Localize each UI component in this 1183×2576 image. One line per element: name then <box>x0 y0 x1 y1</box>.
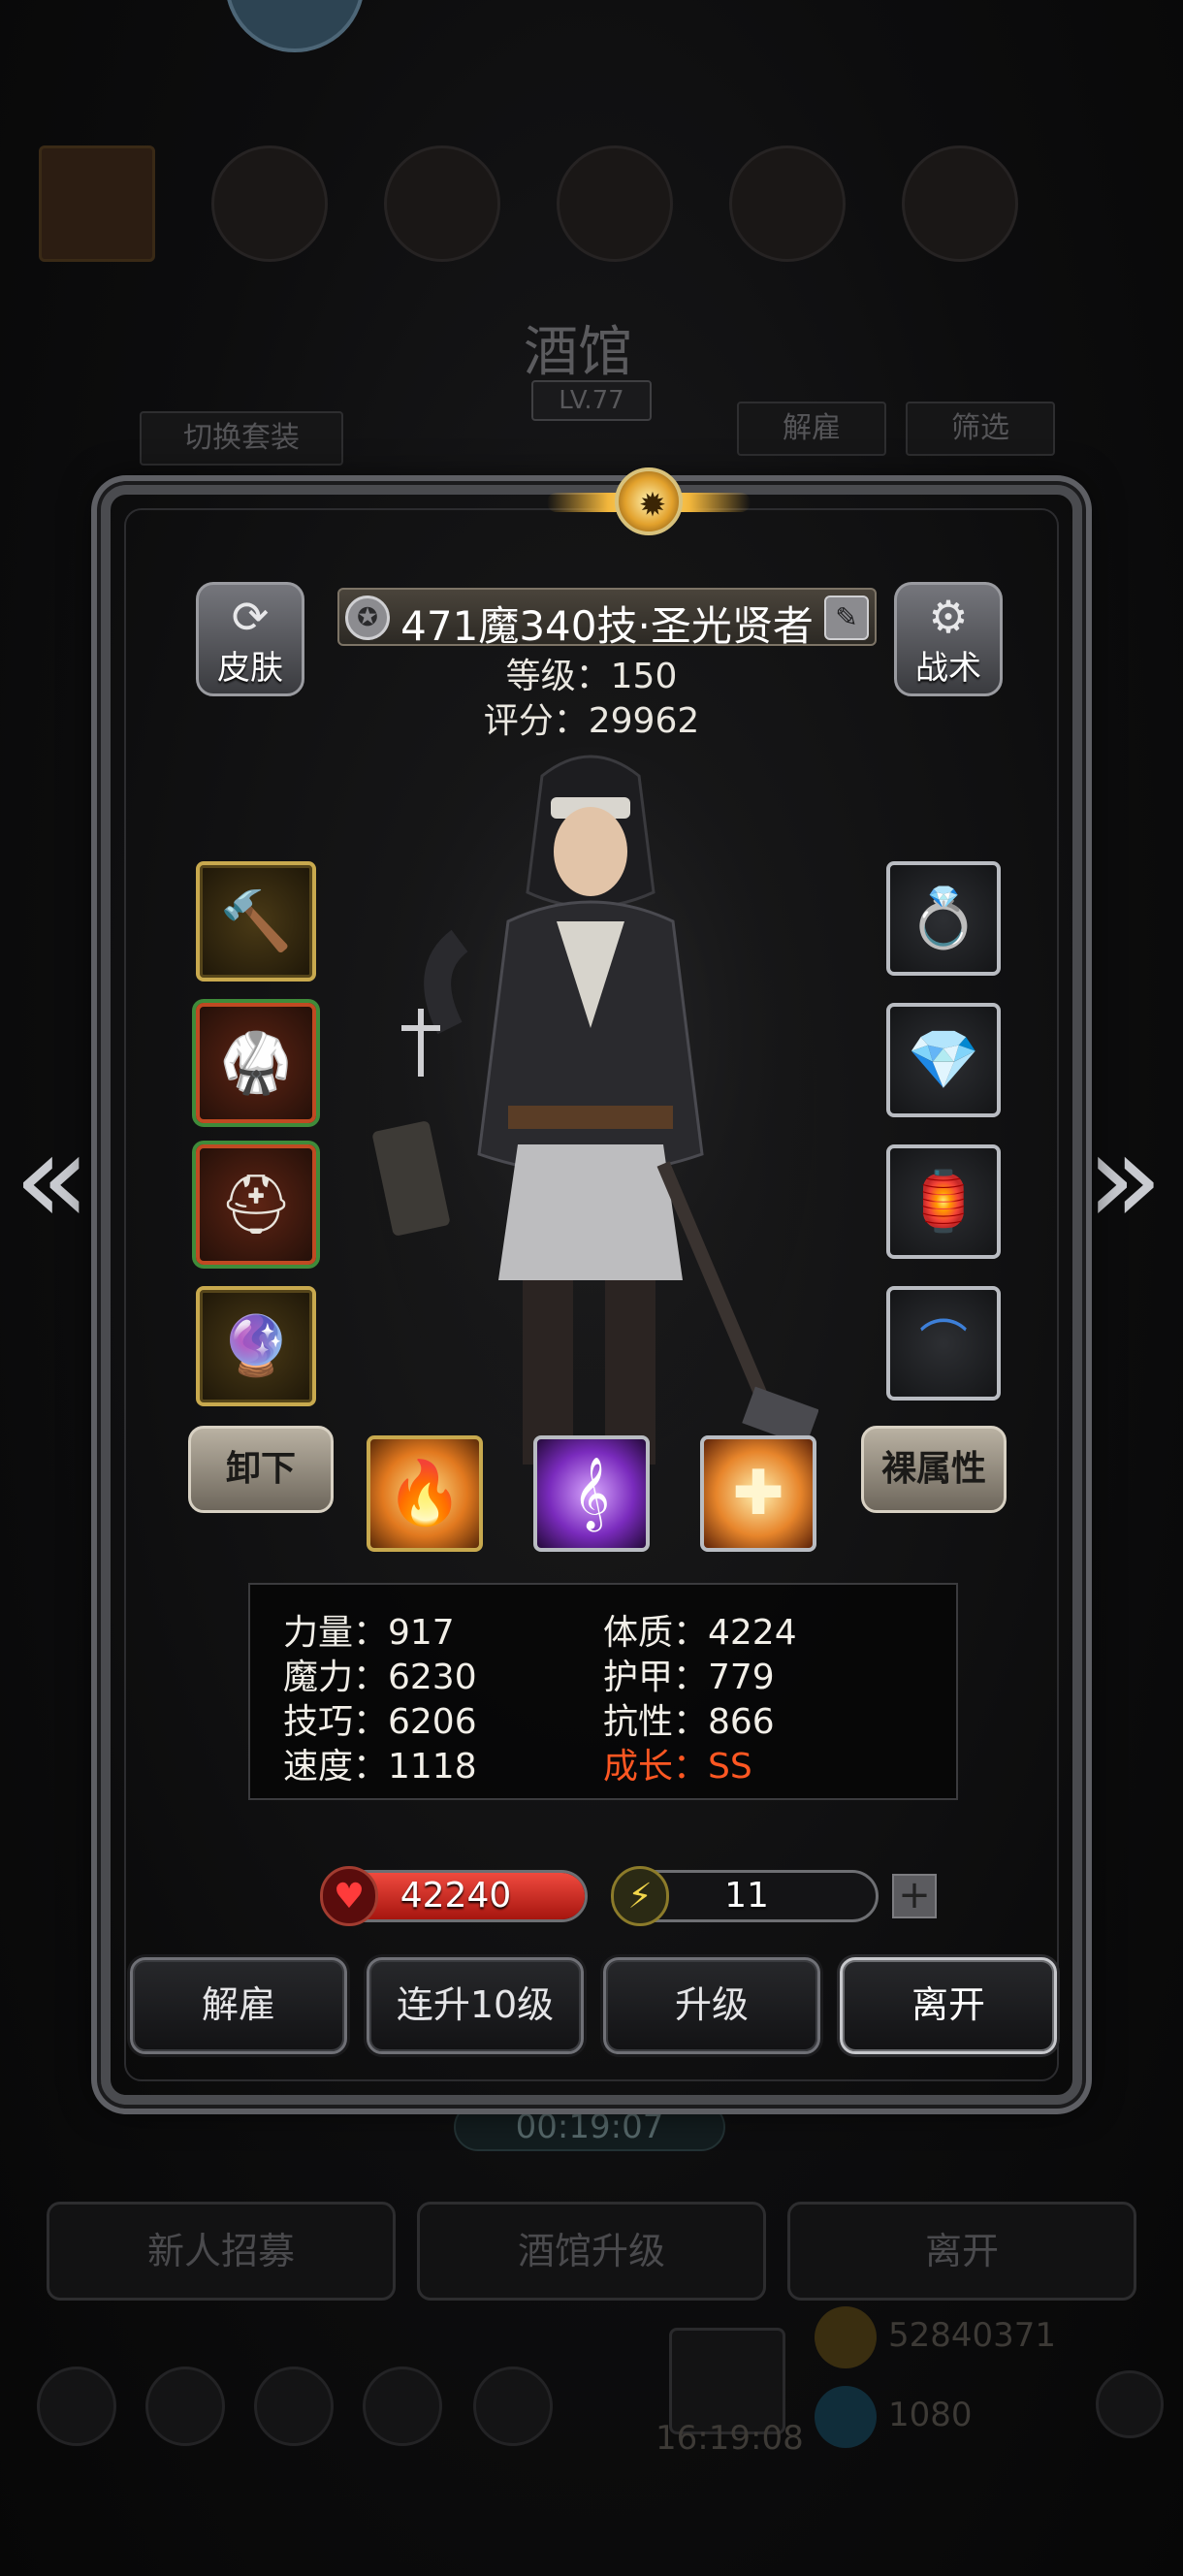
ring-icon: 💍 <box>907 885 980 952</box>
upgrade-button[interactable]: 升级 <box>603 1957 820 2054</box>
gem-currency-icon <box>815 2386 877 2448</box>
crest-gem-icon: ✹ <box>615 467 683 535</box>
roster-hero-avatar <box>211 145 328 262</box>
attr-resistance: 抗性：866 <box>603 1702 775 1742</box>
heart-icon: ♥ <box>320 1866 378 1926</box>
menu-round-icon[interactable] <box>37 2367 116 2446</box>
filter-button[interactable]: 筛选 <box>906 402 1055 456</box>
attr-speed: 速度：1118 <box>283 1747 477 1787</box>
switch-outfit-button[interactable]: 切换套装 <box>140 411 343 466</box>
attr-skill: 技巧：6206 <box>283 1702 477 1742</box>
upgrade-10-button[interactable]: 连升10级 <box>367 1957 584 2054</box>
tavern-title: 酒馆 <box>524 321 632 384</box>
unequip-button[interactable]: 卸下 <box>188 1426 334 1513</box>
next-hero-arrow-icon[interactable]: » <box>1086 1115 1164 1241</box>
music-note-skill-icon: 𝄞 <box>573 1458 610 1530</box>
amulet-icon: 🔮 <box>219 1312 293 1380</box>
hero-score: 评分：29962 <box>483 701 700 741</box>
armor-slot[interactable]: 🥋 <box>196 1003 316 1123</box>
helmet-slot[interactable]: ⛑ <box>196 1144 316 1265</box>
attribute-panel: 力量：917 体质：4224 魔力：6230 护甲：779 技巧：6206 抗性… <box>248 1583 958 1800</box>
lantern-slot[interactable]: 🏮 <box>886 1144 1001 1259</box>
lantern-icon: 🏮 <box>907 1168 980 1236</box>
add-icon[interactable] <box>1096 2370 1164 2438</box>
amulet-slot[interactable]: 🔮 <box>196 1286 316 1406</box>
fire-skill-slot[interactable]: 🔥 <box>367 1435 483 1552</box>
attr-armor: 护甲：779 <box>603 1658 775 1697</box>
gear-icon: ⚙ <box>928 591 969 643</box>
hero-name: 471魔340技·圣光贤者 <box>400 602 814 650</box>
attr-constitution: 体质：4224 <box>603 1613 797 1653</box>
medal-icon: ✪ <box>345 596 390 640</box>
hero-detail-dialog: ✹ ⟳ 皮肤 ⚙ 战术 ✪ 471魔340技·圣光贤者 ✎ 等级：150 评分：… <box>101 467 1082 2105</box>
edit-name-icon[interactable]: ✎ <box>824 596 869 640</box>
clock-text: 16:19:08 <box>655 2419 804 2458</box>
empty-slot-icon: ⌒ <box>919 1315 968 1371</box>
crest-ornament: ✹ <box>547 458 751 545</box>
dismiss-tab-button[interactable]: 解雇 <box>737 402 886 456</box>
gem-icon: 💎 <box>907 1026 980 1094</box>
ring-slot[interactable]: 💍 <box>886 861 1001 976</box>
roster-hero-avatar <box>557 145 673 262</box>
hero-portrait <box>368 747 818 1465</box>
menu-round-icon[interactable] <box>473 2367 553 2446</box>
new-recruit-button[interactable]: 新人招募 <box>47 2202 396 2301</box>
tavern-level-badge: LV.77 <box>531 380 652 421</box>
hero-level: 等级：150 <box>505 657 678 696</box>
gem-slot[interactable]: 💎 <box>886 1003 1001 1117</box>
lightning-icon: ⚡ <box>611 1866 669 1926</box>
previous-hero-arrow-icon[interactable]: « <box>14 1115 91 1241</box>
accessory-slot[interactable]: ⌒ <box>886 1286 1001 1401</box>
leave-button[interactable]: 离开 <box>840 1957 1057 2054</box>
fire-skill-icon: 🔥 <box>386 1458 464 1530</box>
gold-amount: 52840371 <box>888 2316 1057 2355</box>
menu-round-icon[interactable] <box>254 2367 334 2446</box>
holy-cross-skill-icon: ✚ <box>732 1458 784 1530</box>
dismiss-button[interactable]: 解雇 <box>130 1957 347 2054</box>
roster-hero-avatar <box>902 145 1018 262</box>
base-attributes-button[interactable]: 裸属性 <box>861 1426 1007 1513</box>
robe-armor-icon: 🥋 <box>219 1029 293 1097</box>
menu-round-icon[interactable] <box>363 2367 442 2446</box>
attr-growth: 成长：SS <box>603 1747 752 1787</box>
recruit-timer: 00:19:07 <box>454 2103 725 2151</box>
helmet-icon: ⛑ <box>218 1171 294 1239</box>
tavern-upgrade-button[interactable]: 酒馆升级 <box>417 2202 766 2301</box>
skin-swap-icon: ⟳ <box>231 591 270 643</box>
war-hammer-icon: 🔨 <box>219 887 293 955</box>
roster-hero-avatar <box>384 145 500 262</box>
add-energy-button[interactable]: + <box>892 1874 937 1918</box>
attr-strength: 力量：917 <box>283 1613 455 1653</box>
gem-amount: 1080 <box>888 2396 973 2434</box>
gold-coin-icon <box>815 2306 877 2368</box>
holy-skill-slot[interactable]: ✚ <box>700 1435 816 1552</box>
attr-magic: 魔力：6230 <box>283 1658 477 1697</box>
hero-roster-row <box>39 145 1144 272</box>
roster-hero-avatar <box>39 145 155 262</box>
tavern-leave-button[interactable]: 离开 <box>787 2202 1136 2301</box>
weapon-slot[interactable]: 🔨 <box>196 861 316 982</box>
menu-round-icon[interactable] <box>145 2367 225 2446</box>
music-skill-slot[interactable]: 𝄞 <box>533 1435 650 1552</box>
hero-name-plate: ✪ 471魔340技·圣光贤者 ✎ <box>337 588 877 650</box>
roster-hero-avatar <box>729 145 846 262</box>
